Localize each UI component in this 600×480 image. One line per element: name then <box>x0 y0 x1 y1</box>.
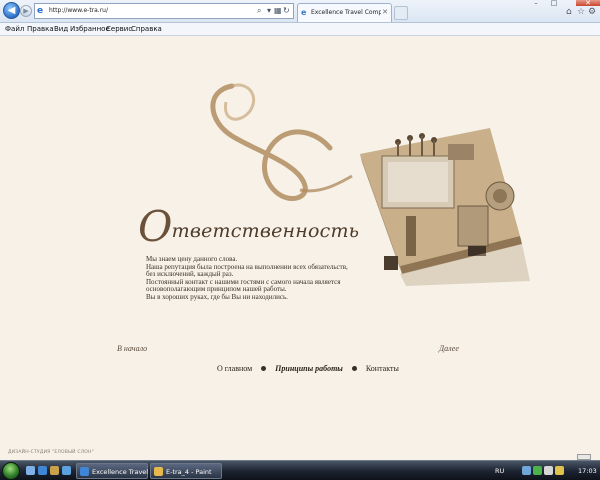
tab-title: Excellence Travel Company... <box>311 9 381 16</box>
address-bar[interactable]: e http://www.e-tra.ru/ ⌕ ▾ ▦ ↻ <box>34 3 294 19</box>
refresh-icon[interactable]: ↻ <box>283 5 290 17</box>
menu-view[interactable]: Вид <box>54 24 68 35</box>
switch-windows-icon[interactable] <box>62 466 71 475</box>
designer-credit-link[interactable]: ДИЗАЙН-СТУДИЯ "ЕЛОВЫЙ СЛОН" <box>8 450 94 455</box>
compatibility-icon[interactable]: ▦ <box>274 5 282 17</box>
ie-page-icon: e <box>37 6 44 16</box>
ie-quicklaunch-icon[interactable] <box>38 466 47 475</box>
web-page: Ответственность Мы знаем цену данного сл… <box>0 36 600 460</box>
pager-next-link[interactable]: Далее <box>439 344 459 353</box>
intro-paragraph: Мы знаем цену данного слова. Наша репута… <box>146 255 376 302</box>
search-icon[interactable]: ⌕ <box>257 5 261 17</box>
skype-tray-icon[interactable] <box>533 466 542 475</box>
back-button[interactable]: ◀ <box>3 2 20 19</box>
close-tab-icon[interactable]: ✕ <box>382 8 388 16</box>
menu-file[interactable]: Файл <box>5 24 24 35</box>
volume-tray-icon[interactable] <box>544 466 553 475</box>
nav-separator-dot <box>351 365 357 371</box>
taskbar-label-paint: E-tra_4 - Paint <box>166 468 212 476</box>
taskbar-button-paint[interactable]: E-tra_4 - Paint <box>150 463 222 479</box>
menu-edit[interactable]: Правка <box>27 24 54 35</box>
home-icon[interactable]: ⌂ <box>566 7 572 17</box>
tools-gear-icon[interactable]: ⚙ <box>588 7 596 17</box>
browser-toolbar: ◀ ▶ e http://www.e-tra.ru/ ⌕ ▾ ▦ ↻ e Exc… <box>0 0 600 23</box>
menu-bar: Файл Правка Вид Избранное Сервис Справка <box>0 23 600 36</box>
nav-link-contacts[interactable]: Контакты <box>366 364 399 373</box>
new-tab-button[interactable] <box>394 6 408 20</box>
close-window-button[interactable]: ✕ <box>576 0 600 7</box>
ie-task-icon <box>80 467 89 476</box>
maximize-button[interactable]: □ <box>545 0 563 7</box>
nav-link-principles[interactable]: Принципы работы <box>275 364 343 373</box>
dropdown-icon[interactable]: ▾ <box>267 5 271 17</box>
paragraph-line: Вы в хороших руках, где бы Вы ни находил… <box>146 292 288 301</box>
pager-prev-link[interactable]: В начало <box>117 344 147 353</box>
page-title-rest: тветственность <box>171 220 360 242</box>
taskbar-button-browser[interactable]: Excellence Travel Co... <box>76 463 165 479</box>
network-tray-icon[interactable] <box>522 466 531 475</box>
minimize-button[interactable]: – <box>527 0 545 7</box>
language-indicator[interactable]: RU <box>495 466 504 476</box>
address-url[interactable]: http://www.e-tra.ru/ <box>49 6 108 16</box>
ie-tab-icon: e <box>301 8 307 17</box>
page-title-initial: О <box>138 202 173 251</box>
nav-link-about[interactable]: О главном <box>217 364 252 373</box>
start-button[interactable] <box>2 462 20 480</box>
clock[interactable]: 17:03 <box>578 466 597 476</box>
forward-button[interactable]: ▶ <box>20 5 32 17</box>
paint-task-icon <box>154 467 163 476</box>
nav-separator-dot <box>261 365 267 371</box>
show-desktop-icon[interactable] <box>26 466 35 475</box>
page-title: Ответственность <box>138 202 359 251</box>
main-navigation: О главном Принципы работы Контакты <box>217 363 399 373</box>
menu-tools[interactable]: Сервис <box>106 24 132 35</box>
security-tray-icon[interactable] <box>555 466 564 475</box>
menu-favorites[interactable]: Избранное <box>70 24 110 35</box>
tab-excellence-travel[interactable]: e Excellence Travel Company... ✕ <box>297 3 392 22</box>
explorer-quicklaunch-icon[interactable] <box>50 466 59 475</box>
windows-taskbar: Excellence Travel Co... E-tra_4 - Paint … <box>0 460 600 480</box>
menu-help[interactable]: Справка <box>131 24 162 35</box>
favorites-star-icon[interactable]: ☆ <box>577 7 585 17</box>
